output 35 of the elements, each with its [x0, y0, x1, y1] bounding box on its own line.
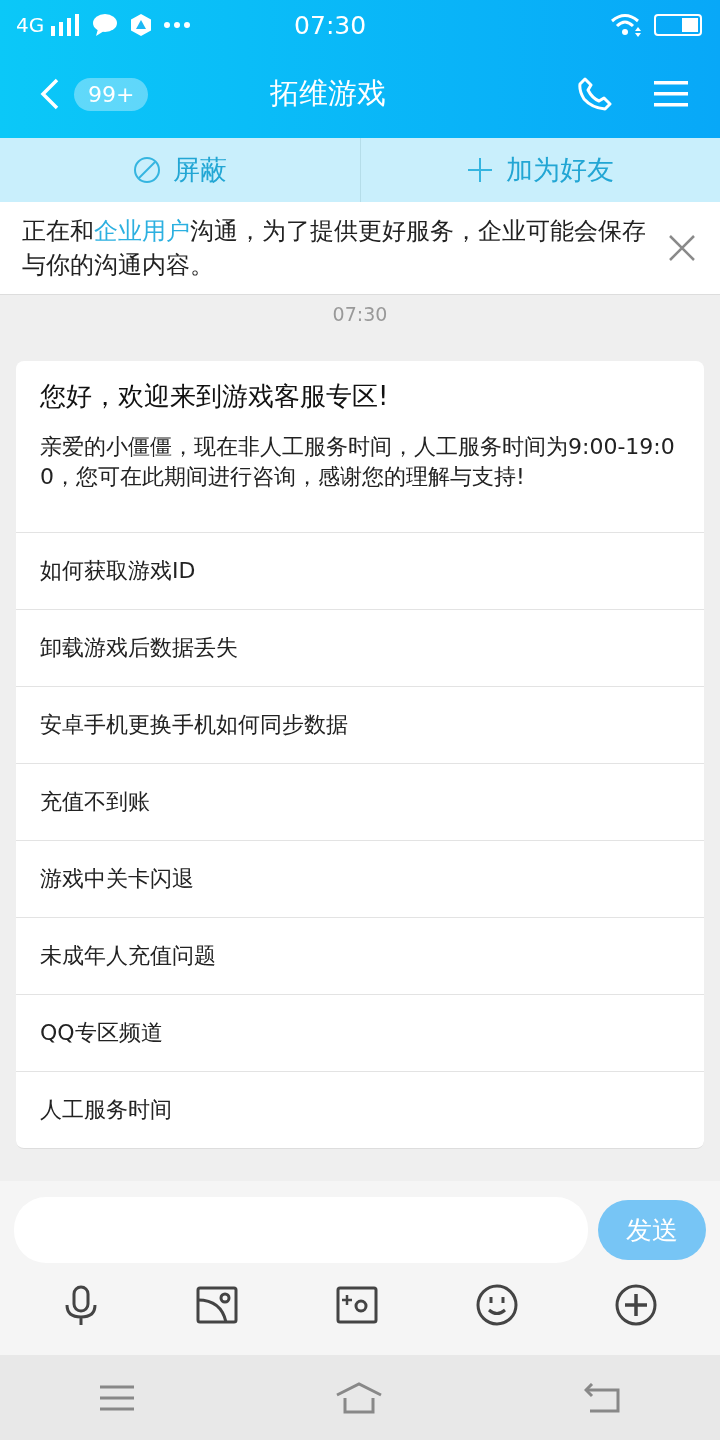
- status-time: 07:30: [293, 10, 368, 40]
- question-option[interactable]: QQ专区频道: [16, 995, 704, 1072]
- battery-icon: [654, 14, 704, 36]
- plus-icon: [466, 156, 495, 184]
- close-icon[interactable]: [668, 234, 696, 262]
- question-option[interactable]: 充值不到账: [16, 764, 704, 841]
- image-icon[interactable]: [196, 1286, 239, 1324]
- unread-badge: 99+: [74, 77, 149, 111]
- question-option[interactable]: 游戏中关卡闪退: [16, 841, 704, 918]
- block-icon: [132, 156, 161, 184]
- message-time: 07:30: [332, 303, 388, 325]
- more-icon: [164, 22, 191, 28]
- camera-icon[interactable]: [336, 1286, 378, 1324]
- signal-icon: [50, 14, 81, 36]
- question-option[interactable]: 未成年人充值问题: [16, 918, 704, 995]
- wifi-icon: [610, 13, 642, 37]
- notice-text: 正在和企业用户沟通，为了提供更好服务，企业可能会保存与你的沟通内容。: [22, 216, 647, 281]
- hexagon-icon: [130, 13, 153, 37]
- home-icon[interactable]: [335, 1381, 383, 1414]
- message-body: 亲爱的小僵僵，现在非人工服务时间，人工服务时间为9:00-19:00，您可在此期间进行咨询，感谢您的理解与支持!: [40, 433, 676, 491]
- question-option[interactable]: 人工服务时间: [16, 1072, 704, 1148]
- question-option[interactable]: 如何获取游戏ID: [16, 533, 704, 610]
- message-title: 您好，欢迎来到游戏客服专区!: [40, 380, 390, 413]
- menu-icon[interactable]: [100, 1384, 135, 1411]
- question-option[interactable]: 安卓手机更换手机如何同步数据: [16, 687, 704, 764]
- back-icon[interactable]: [40, 78, 60, 110]
- menu-icon[interactable]: [654, 80, 688, 108]
- emoji-icon[interactable]: [475, 1284, 518, 1326]
- phone-icon[interactable]: [578, 77, 612, 111]
- question-option[interactable]: 卸载游戏后数据丢失: [16, 610, 704, 687]
- chat-bubble-icon: [92, 14, 119, 36]
- back-icon[interactable]: [583, 1382, 620, 1413]
- chat-title: 拓维游戏: [269, 75, 388, 112]
- plus-icon[interactable]: [615, 1284, 658, 1326]
- network-label: 4G: [16, 13, 45, 37]
